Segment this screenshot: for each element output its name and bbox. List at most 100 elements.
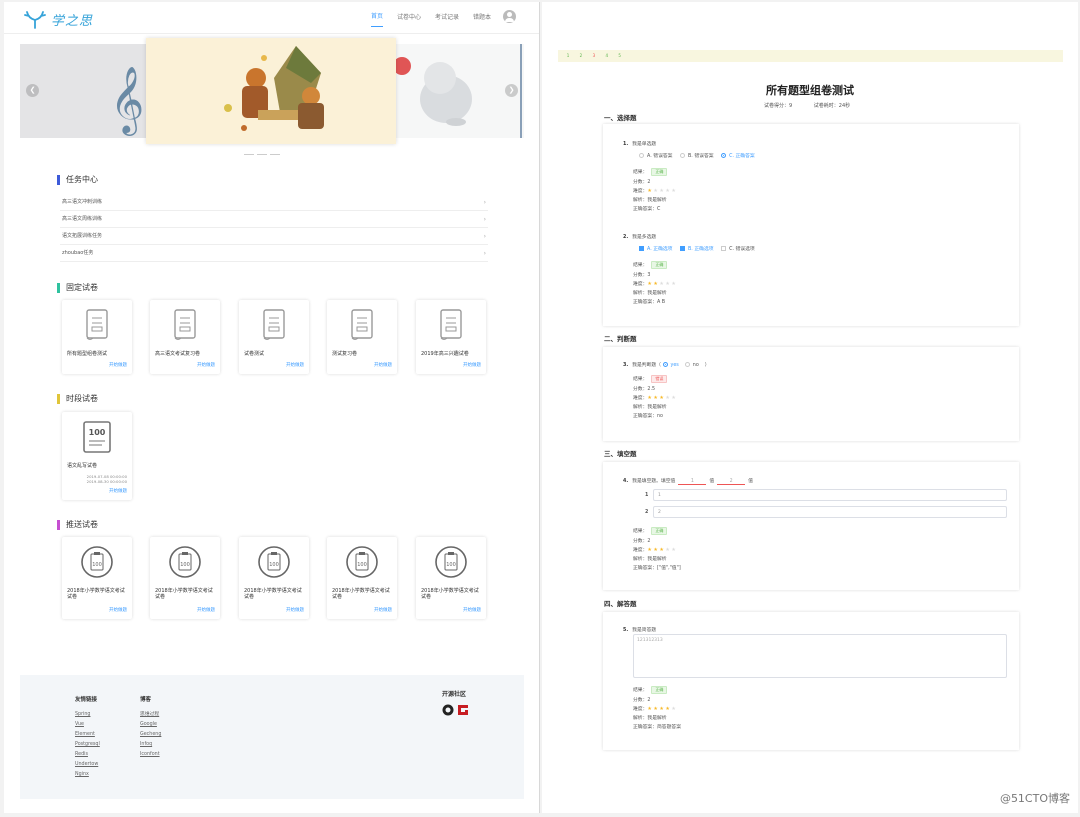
site-footer: 友情链接 Spring Vue Element Postgresql Redis… xyxy=(20,675,524,799)
answer-input-2[interactable]: 2 xyxy=(653,506,1007,518)
task-item[interactable]: zhoubao任务 › xyxy=(60,245,488,262)
pushed-paper-card[interactable]: 100 2018年小学数学语文考试试卷 开始做题 xyxy=(239,537,309,619)
task-item[interactable]: 高三语文周练训练 › xyxy=(60,211,488,228)
pushed-paper-card[interactable]: 100 2018年小学数学语文考试试卷 开始做题 xyxy=(327,537,397,619)
footer-link[interactable]: Postgresql xyxy=(75,742,100,748)
footer-blog-title: 博客 xyxy=(140,697,152,703)
footer-link[interactable]: Nginx xyxy=(75,772,100,778)
footer-link[interactable]: 思维过程 xyxy=(140,712,161,718)
status-badge: 正确 xyxy=(651,686,668,694)
paper-name: 2019年高三兴趣试卷 xyxy=(421,351,469,357)
fixed-paper-card[interactable]: 所有题型组卷测试 开始做题 xyxy=(62,300,132,374)
pushed-paper-card[interactable]: 100 2018年小学数学语文考试试卷 开始做题 xyxy=(62,537,132,619)
start-button[interactable]: 开始做题 xyxy=(109,607,127,613)
banner-next-arrow[interactable]: ❯ xyxy=(505,84,518,97)
footer-link[interactable]: Redis xyxy=(75,752,100,758)
start-button[interactable]: 开始做题 xyxy=(286,607,304,613)
start-button[interactable]: 开始做题 xyxy=(463,607,481,613)
antler-logo-icon xyxy=(24,10,46,29)
banner-indicators[interactable] xyxy=(244,150,304,155)
option-yes[interactable]: yes xyxy=(662,362,679,368)
footer-link[interactable]: Undertow xyxy=(75,762,100,768)
q3-result: 结果： 错误 xyxy=(633,375,668,383)
footer-link[interactable]: Iconfont xyxy=(140,752,161,758)
chevron-right-icon: › xyxy=(483,250,486,257)
start-button[interactable]: 开始做题 xyxy=(109,362,127,368)
pager-item[interactable]: 2 xyxy=(577,52,585,59)
difficulty-stars-icon: ★★★★★ xyxy=(647,706,678,712)
banner-prev-arrow[interactable]: ❮ xyxy=(26,84,39,97)
svg-text:100: 100 xyxy=(357,562,367,568)
task-item[interactable]: 语文拓展训练任务 › xyxy=(60,228,488,245)
pager-item[interactable]: 5 xyxy=(616,52,624,59)
q1-answer: 正确答案：C xyxy=(633,207,661,212)
start-button[interactable]: 开始做题 xyxy=(197,607,215,613)
scroll-paper-icon xyxy=(440,309,462,340)
start-button[interactable]: 开始做题 xyxy=(197,362,215,368)
task-item[interactable]: 高三语文冲刺训练 › xyxy=(60,194,488,211)
github-gitee-icon[interactable] xyxy=(442,703,470,717)
paper-name: 2018年小学数学语文考试试卷 xyxy=(332,588,390,600)
svg-text:𝄞: 𝄞 xyxy=(110,65,144,136)
user-avatar[interactable] xyxy=(503,9,516,23)
q2-result: 结果： 正确 xyxy=(633,261,668,269)
fixed-paper-card[interactable]: 测试复习卷 开始做题 xyxy=(327,300,397,374)
option-c[interactable]: C. 错误选项 xyxy=(721,245,755,252)
chevron-right-icon: › xyxy=(483,233,486,240)
chevron-right-icon: › xyxy=(483,199,486,206)
logo[interactable]: 学之思 xyxy=(22,10,93,29)
exam-clipboard-icon: 100 xyxy=(81,546,113,578)
main-nav: 首页 试卷中心 考试记录 错题本 xyxy=(357,9,516,27)
timed-paper-card[interactable]: 100 语文乱写试卷 2019-07-08 00:00:00 2019-08-3… xyxy=(62,412,132,500)
pushed-paper-card[interactable]: 100 2018年小学数学语文考试试卷 开始做题 xyxy=(416,537,486,619)
essay-questions: 5. 我是简答题 121312313 结果： 正确 分数：2 难度：★★★★★ 解析… xyxy=(603,612,1019,750)
option-a[interactable]: A. 错误答案 xyxy=(639,152,672,159)
essay-answer-textarea[interactable]: 121312313 xyxy=(633,634,1007,678)
svg-text:100: 100 xyxy=(269,562,279,568)
pager-item[interactable]: 3 xyxy=(590,52,598,59)
pager-item[interactable]: 4 xyxy=(603,52,611,59)
scroll-paper-icon xyxy=(86,309,108,340)
exam-result-page: 1 2 3 4 5 所有题型组卷测试 试卷得分：9 试卷耗时：24秒 一、选择题… xyxy=(542,2,1078,813)
nav-wrong-book[interactable]: 错题本 xyxy=(473,12,491,27)
open-source-title: 开源社区 xyxy=(442,691,467,698)
fixed-paper-card[interactable]: 高三语文考试复习卷 开始做题 xyxy=(150,300,220,374)
option-b[interactable]: B. 错误答案 xyxy=(680,152,714,159)
nav-paper-center[interactable]: 试卷中心 xyxy=(397,12,421,27)
start-button[interactable]: 开始做题 xyxy=(286,362,304,368)
nav-home[interactable]: 首页 xyxy=(370,11,383,27)
q1-score: 分数：2 xyxy=(633,180,651,185)
footer-link[interactable]: Infoq xyxy=(140,742,161,748)
scroll-paper-icon xyxy=(174,309,196,340)
start-button[interactable]: 开始做题 xyxy=(463,362,481,368)
exam-clipboard-icon: 100 xyxy=(258,546,290,578)
answer-input-1[interactable]: 1 xyxy=(653,489,1007,501)
footer-link[interactable]: Vue xyxy=(75,722,100,728)
section-title-essay: 四、解答题 xyxy=(604,600,637,608)
footer-link[interactable]: Google xyxy=(140,722,161,728)
nav-exam-record[interactable]: 考试记录 xyxy=(435,12,459,27)
pager-item[interactable]: 1 xyxy=(564,52,572,59)
top-header: 学之思 首页 试卷中心 考试记录 错题本 xyxy=(4,2,539,34)
pushed-paper-card[interactable]: 100 2018年小学数学语文考试试卷 开始做题 xyxy=(150,537,220,619)
footer-link[interactable]: Element xyxy=(75,732,100,738)
option-no[interactable]: no xyxy=(684,362,699,368)
fixed-paper-card[interactable]: 试卷测试 开始做题 xyxy=(239,300,309,374)
section-title-choice: 一、选择题 xyxy=(604,114,637,122)
start-button[interactable]: 开始做题 xyxy=(374,607,392,613)
section-title-judge: 二、判断题 xyxy=(604,335,637,343)
banner-carousel[interactable]: 𝄞 ❮ ❯ xyxy=(20,38,524,144)
paper-name: 测试复习卷 xyxy=(332,351,358,357)
option-c[interactable]: C. 正确答案 xyxy=(721,152,755,159)
footer-link[interactable]: Spring xyxy=(75,712,100,718)
option-b[interactable]: B. 正确选项 xyxy=(680,245,714,252)
fixed-paper-card[interactable]: 2019年高三兴趣试卷 开始做题 xyxy=(416,300,486,374)
section-title-pushed: 推送试卷 xyxy=(57,520,98,530)
footer-links-column: 友情链接 Spring Vue Element Postgresql Redis… xyxy=(75,695,100,782)
start-button[interactable]: 开始做题 xyxy=(374,362,392,368)
start-button[interactable]: 开始做题 xyxy=(109,488,127,494)
option-a[interactable]: A. 正确选项 xyxy=(639,245,672,252)
section-title-fixed: 固定试卷 xyxy=(57,283,98,293)
section-title-fill: 三、填空题 xyxy=(604,450,637,458)
footer-link[interactable]: Gecheng xyxy=(140,732,161,738)
